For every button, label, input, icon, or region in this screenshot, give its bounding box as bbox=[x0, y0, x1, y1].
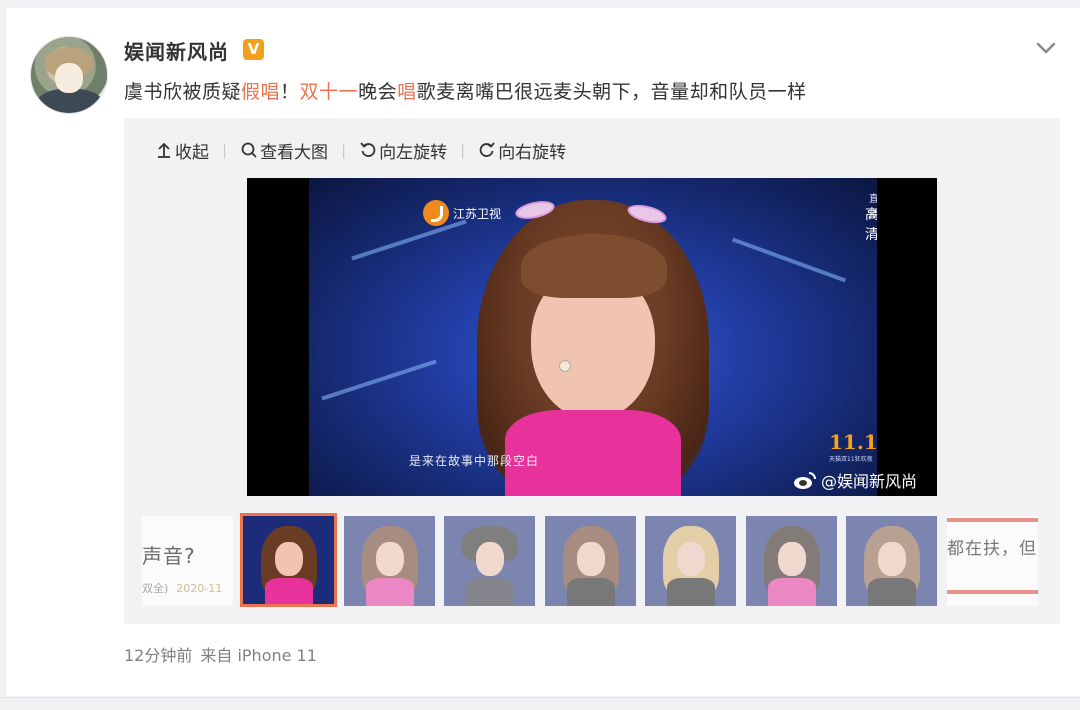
thumbnail-bar bbox=[947, 518, 1038, 522]
event-badge-text: 11.11 bbox=[829, 430, 877, 454]
post-keyword-link[interactable]: 唱 bbox=[397, 81, 417, 103]
thumbnail[interactable] bbox=[846, 516, 937, 606]
stage-light bbox=[321, 359, 437, 401]
thumbnail[interactable] bbox=[545, 516, 636, 606]
post-keyword-link[interactable]: 假唱 bbox=[241, 81, 280, 103]
thumbnail-selected[interactable] bbox=[240, 513, 337, 607]
channel-logo-text: 江苏卫视 bbox=[453, 206, 502, 221]
collapse-arrow-icon bbox=[158, 142, 170, 158]
rotate-right-button[interactable]: 向右旋转 bbox=[478, 138, 566, 163]
thumb-face bbox=[878, 542, 906, 576]
rotate-left-icon bbox=[360, 142, 376, 157]
thumb-top bbox=[768, 578, 816, 606]
event-badge: 11.11 天猫双11狂欢夜 bbox=[829, 430, 877, 463]
thumb-top bbox=[667, 578, 715, 606]
rotate-right-icon bbox=[479, 142, 495, 157]
thumbnail-date: 2020-11 bbox=[176, 582, 223, 595]
rotate-left-label: 向左旋转 bbox=[379, 142, 448, 163]
thumbnail-caption-text: 双全) bbox=[142, 582, 169, 595]
toolbar-separator: | bbox=[341, 141, 347, 159]
thumbnail[interactable] bbox=[645, 516, 736, 606]
thumb-face bbox=[778, 542, 806, 576]
weibo-icon bbox=[794, 472, 816, 489]
image-watermark: @娱闻新风尚 bbox=[793, 468, 917, 492]
watermark-text: @娱闻新风尚 bbox=[821, 472, 918, 491]
magnifier-icon bbox=[241, 142, 257, 158]
toolbar-separator: | bbox=[460, 141, 466, 159]
thumbnail[interactable] bbox=[746, 516, 837, 606]
thumbnail[interactable] bbox=[444, 516, 535, 606]
toolbar-separator: | bbox=[222, 141, 228, 159]
thumbnail-partial-right[interactable]: 都在扶，但是 bbox=[947, 516, 1038, 606]
post-text-segment: 虞书欣被质疑 bbox=[124, 81, 242, 103]
thumb-top bbox=[567, 578, 615, 606]
event-badge-subtext: 天猫双11狂欢夜 bbox=[829, 456, 873, 463]
thumbnail-bar bbox=[947, 590, 1038, 594]
author-avatar[interactable] bbox=[30, 36, 108, 114]
thumb-face bbox=[476, 542, 504, 576]
view-large-button[interactable]: 查看大图 bbox=[240, 138, 328, 163]
chevron-down-icon[interactable] bbox=[1035, 40, 1057, 56]
post-text-segment: ！ bbox=[280, 81, 300, 103]
media-toolbar: 收起 | 查看大图 | 向左旋转 | 向右旋转 bbox=[155, 138, 566, 163]
post-source: 来自 iPhone 11 bbox=[200, 646, 317, 665]
rotate-right-label: 向右旋转 bbox=[498, 142, 567, 163]
thumbnail[interactable] bbox=[344, 516, 435, 606]
thumbnail-caption: 双全) 2020-11 bbox=[142, 580, 222, 596]
collapse-label: 收起 bbox=[175, 142, 209, 163]
thumb-top bbox=[366, 578, 414, 606]
thumb-top bbox=[868, 578, 916, 606]
video-subtitle: 是来在故事中那段空白 bbox=[409, 454, 540, 468]
post-meta: 12分钟前 来自 iPhone 11 bbox=[124, 642, 317, 666]
thumbnail-text: 都在扶，但是 bbox=[947, 539, 1038, 559]
headset-mic bbox=[559, 360, 571, 372]
post-text-segment: 晚会 bbox=[358, 81, 398, 103]
thumbnail-text: 声音? bbox=[142, 544, 196, 568]
post-time[interactable]: 12分钟前 bbox=[124, 646, 192, 665]
post-text-segment: 歌麦离嘴巴很远麦头朝下，音量却和队员一样 bbox=[416, 81, 807, 103]
thumb-face bbox=[376, 542, 404, 576]
channel-logo: 江苏卫视 bbox=[423, 200, 501, 226]
thumb-top bbox=[466, 578, 514, 606]
channel-logo-mark bbox=[423, 200, 449, 226]
collapse-button[interactable]: 收起 bbox=[155, 138, 209, 163]
post-keyword-link[interactable]: 双十一 bbox=[300, 81, 359, 103]
avatar-figure-face bbox=[55, 63, 83, 93]
thumb-top bbox=[265, 578, 313, 604]
stage-scene: 江苏卫视 直 播 高 清 是来在故事中那段空白 11.11 天猫双11狂欢夜 bbox=[309, 178, 877, 496]
thumbnail-partial-left[interactable]: 声音? 双全) 2020-11 bbox=[142, 516, 233, 606]
rotate-left-button[interactable]: 向左旋转 bbox=[359, 138, 447, 163]
hd-label: 高 清 bbox=[865, 207, 877, 243]
thumb-face bbox=[275, 542, 303, 576]
thumbnail-strip: 声音? 双全) 2020-11 都在扶，但是 bbox=[142, 513, 1038, 607]
divider bbox=[0, 697, 1080, 698]
thumb-face bbox=[677, 542, 705, 576]
thumb-face bbox=[577, 542, 605, 576]
singer-bangs bbox=[521, 234, 667, 298]
main-image[interactable]: 江苏卫视 直 播 高 清 是来在故事中那段空白 11.11 天猫双11狂欢夜 @… bbox=[247, 178, 937, 496]
view-large-label: 查看大图 bbox=[260, 142, 329, 163]
stage-light bbox=[731, 237, 847, 283]
author-name[interactable]: 娱闻新风尚 bbox=[124, 36, 229, 65]
post-text: 虞书欣被质疑假唱！双十一晚会唱歌麦离嘴巴很远麦头朝下，音量却和队员一样 bbox=[124, 77, 807, 104]
verified-badge: V bbox=[243, 39, 264, 60]
